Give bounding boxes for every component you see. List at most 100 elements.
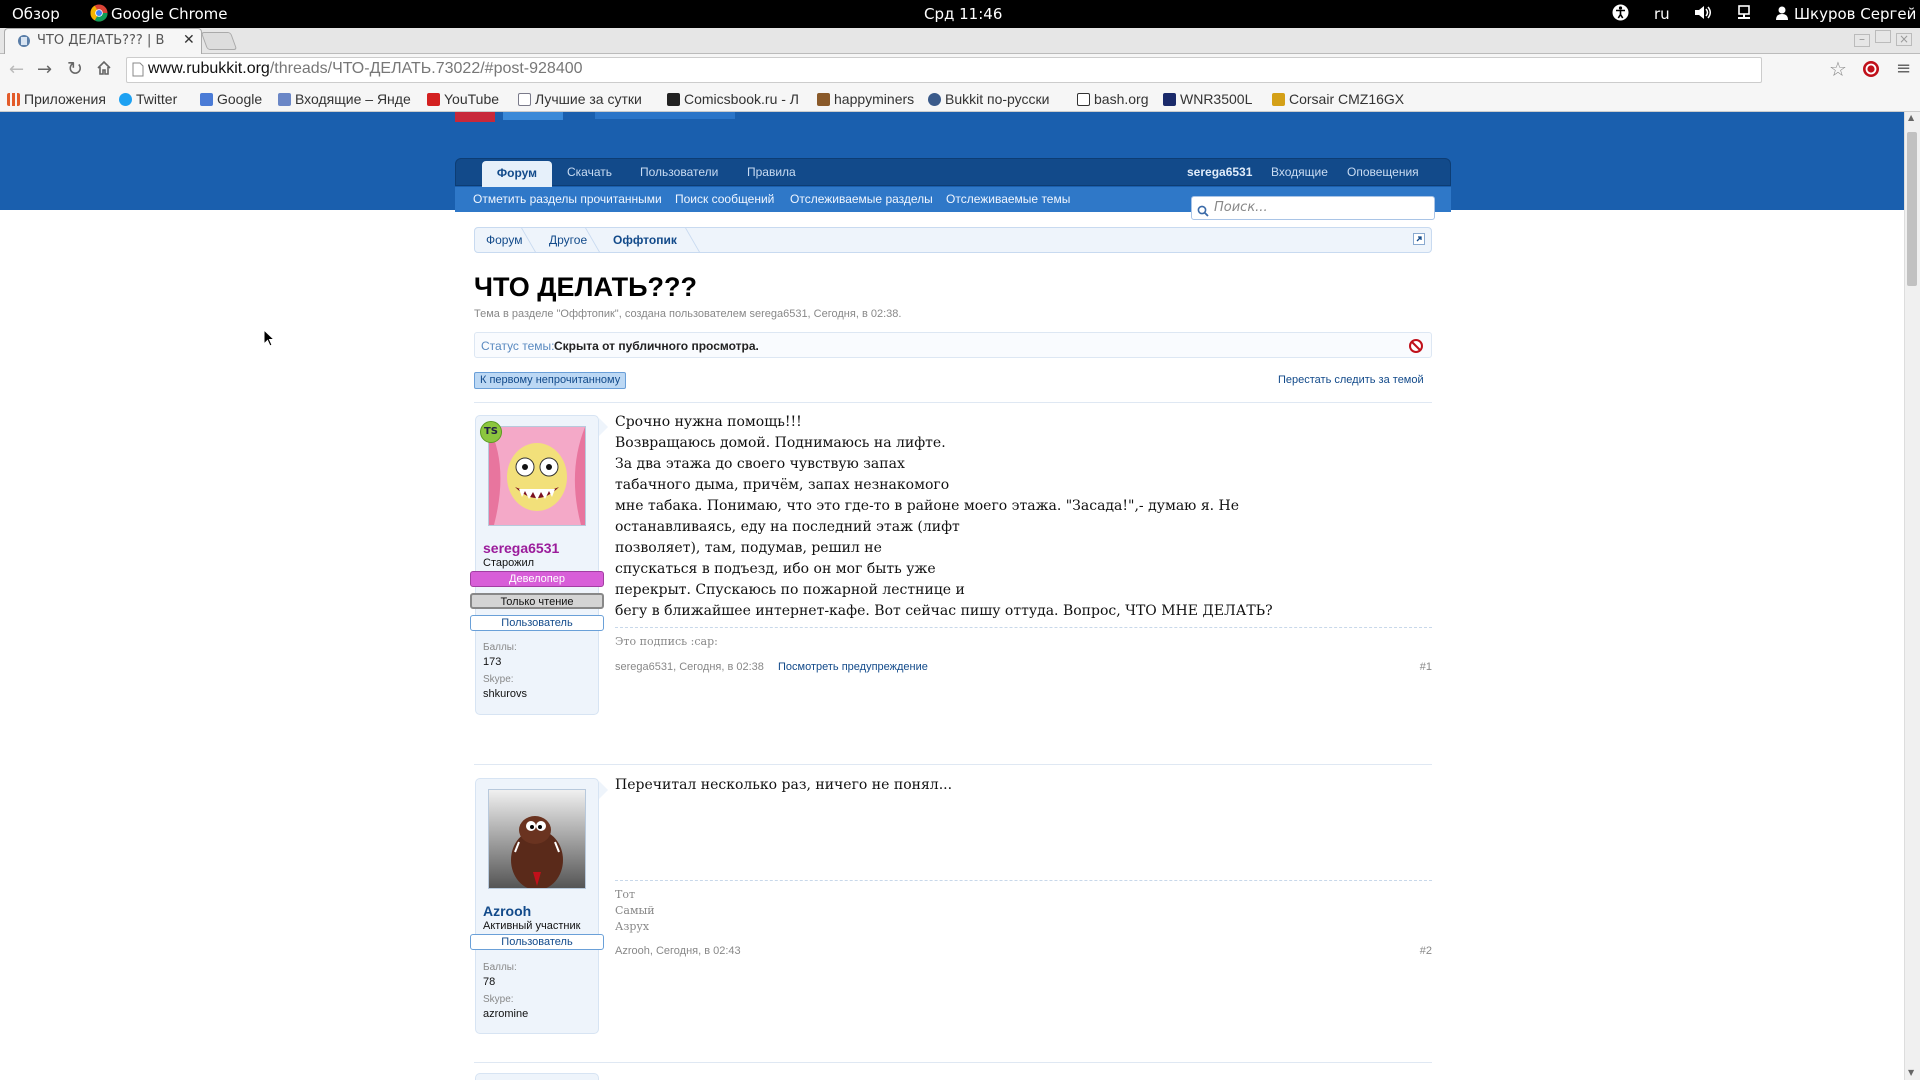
avatar[interactable] — [488, 789, 586, 890]
bookmarks-bar: Приложения Twitter Google Входящие – Янд… — [0, 86, 1920, 112]
bookmark-label: Google — [217, 91, 263, 107]
bookmark-item[interactable]: Bukkit по-русски — [928, 91, 1062, 107]
post-number[interactable]: #2 — [1420, 945, 1432, 957]
post-message: Срочно нужна помощь!!! Возвращаюсь домой… — [615, 412, 1273, 622]
first-unread-button[interactable]: К первому непрочитанному — [474, 372, 627, 389]
view-warning-link[interactable]: Посмотреть предупреждение — [778, 661, 928, 673]
search-input[interactable]: Поиск... — [1191, 196, 1435, 220]
post-number[interactable]: #1 — [1420, 661, 1432, 673]
bookmark-item[interactable]: WNR3500L — [1163, 91, 1252, 107]
scroll-up-icon[interactable]: ▲ — [1908, 113, 1914, 122]
bookmark-label: YouTube — [444, 91, 500, 107]
bookmark-label: Лучшие за сутки — [535, 91, 642, 107]
mark-forums-read-link[interactable]: Отметить разделы прочитанными — [473, 192, 662, 206]
post-message: Перечитал несколько раз, ничего не понял… — [615, 775, 952, 796]
main-nav: Форум Скачать Пользователи Правила sereg… — [455, 158, 1451, 187]
bookmark-item[interactable]: happyminers — [817, 91, 914, 107]
bookmark-label: WNR3500L — [1180, 91, 1253, 107]
bookmark-star-icon[interactable]: ☆ — [1829, 57, 1847, 81]
bookmark-item[interactable]: bash.org — [1077, 91, 1148, 107]
volume-icon[interactable] — [1694, 4, 1712, 25]
extension-stop-icon[interactable] — [1862, 60, 1880, 82]
message-line: бегу в ближайшее интернет-кафе. Вот сейч… — [615, 603, 1273, 619]
post-footer[interactable]: Azrooh, Сегодня, в 02:43 — [615, 945, 741, 957]
bookmark-item[interactable]: Лучшие за сутки — [518, 91, 647, 107]
tab-rules[interactable]: Правила — [747, 159, 796, 186]
site-logo[interactable] — [455, 112, 755, 124]
breadcrumb: Форум Другое Оффтопик — [474, 227, 1432, 253]
new-tab-button[interactable] — [200, 32, 238, 50]
bookmark-item[interactable]: Google — [200, 91, 262, 107]
browser-tab-active[interactable]: ЧТО ДЕЛАТЬ??? | В ✕ — [4, 28, 202, 54]
points-value: 78 — [483, 976, 496, 988]
points-label: Баллы: — [483, 642, 517, 653]
tab-strip — [0, 28, 1920, 54]
keyboard-layout-indicator[interactable]: ru — [1654, 5, 1670, 23]
home-icon[interactable] — [96, 60, 112, 80]
message-arrow — [599, 781, 608, 799]
twitter-icon — [119, 93, 132, 106]
signature-line: Тот — [615, 888, 636, 901]
bookmark-item[interactable]: YouTube — [427, 91, 499, 107]
search-posts-link[interactable]: Поиск сообщений — [675, 192, 774, 206]
bookmark-item[interactable]: Приложения — [7, 91, 106, 107]
skype-value: shkurovs — [483, 688, 528, 700]
bookmark-item[interactable]: Comicsbook.ru - Л — [667, 91, 801, 107]
thread-starter-badge: TS — [480, 421, 502, 443]
minimize-window-icon[interactable]: – — [1854, 33, 1870, 47]
bash-icon — [1077, 93, 1090, 106]
nav-inbox[interactable]: Входящие — [1271, 159, 1328, 186]
tab-close-icon[interactable]: ✕ — [183, 32, 195, 48]
post-author-name[interactable]: Azrooh — [483, 903, 531, 919]
tab-users[interactable]: Пользователи — [640, 159, 718, 186]
post-author-name[interactable]: serega6531 — [483, 540, 559, 556]
avatar[interactable] — [488, 426, 586, 526]
watched-threads-link[interactable]: Отслеживаемые темы — [946, 192, 1070, 206]
nav-alerts[interactable]: Оповещения — [1347, 159, 1419, 186]
mail-icon — [278, 93, 291, 106]
maximize-window-icon[interactable] — [1875, 30, 1891, 43]
url-text[interactable]: www.rubukkit.org/threads/ЧТО-ДЕЛАТЬ.7302… — [148, 60, 583, 78]
page-info-icon[interactable] — [132, 62, 144, 81]
activities-button[interactable]: Обзор — [12, 5, 60, 23]
status-value: Скрыта от публичного просмотра. — [554, 339, 759, 353]
system-top-bar: Обзор Google Chrome Срд 11:46 ru Шкуров … — [0, 0, 1920, 28]
thread-status: Статус темы: Скрыта от публичного просмо… — [474, 332, 1432, 358]
tab-forum[interactable]: Форум — [482, 161, 552, 187]
watched-forums-link[interactable]: Отслеживаемые разделы — [790, 192, 933, 206]
bookmark-item[interactable]: Входящие – Янде — [278, 91, 415, 107]
close-window-icon[interactable]: × — [1896, 33, 1912, 46]
app-menu-label[interactable]: Google Chrome — [111, 5, 228, 23]
network-icon[interactable] — [1736, 5, 1752, 25]
reload-icon[interactable]: ↻ — [67, 58, 83, 80]
unwatch-thread-link[interactable]: Перестать следить за темой — [1278, 374, 1424, 386]
scroll-down-icon[interactable]: ▼ — [1908, 1068, 1914, 1077]
post-footer[interactable]: serega6531, Сегодня, в 02:38 — [615, 661, 764, 673]
bookmark-item[interactable]: Twitter — [119, 91, 177, 107]
tab-title: ЧТО ДЕЛАТЬ??? | В — [37, 33, 165, 48]
clock[interactable]: Срд 11:46 — [924, 5, 1002, 23]
corsair-icon — [1272, 93, 1285, 106]
message-line: За два этажа до своего чувствую запах — [615, 456, 905, 472]
chrome-menu-icon[interactable]: ≡ — [1896, 58, 1911, 79]
forward-icon[interactable]: → — [37, 59, 52, 80]
hidden-status-icon — [1409, 339, 1423, 356]
bookmark-label: Comicsbook.ru - Л — [684, 91, 799, 107]
scrollbar-thumb[interactable] — [1907, 132, 1917, 286]
breadcrumb-offtopic[interactable]: Оффтопик — [613, 233, 677, 247]
jump-to-icon[interactable] — [1413, 233, 1425, 248]
message-line: мне табака. Понимаю, что это где-то в ра… — [615, 498, 1240, 514]
bookmark-item[interactable]: Corsair CMZ16GX — [1272, 91, 1410, 107]
user-menu-name[interactable]: Шкуров Сергей — [1794, 5, 1916, 23]
user-rank: Активный участник — [483, 920, 581, 932]
divider — [474, 1062, 1432, 1063]
divider — [474, 764, 1432, 765]
nav-username[interactable]: serega6531 — [1187, 159, 1252, 186]
comics-icon — [667, 93, 680, 106]
tab-download[interactable]: Скачать — [567, 159, 612, 186]
user-menu-icon[interactable] — [1775, 5, 1789, 25]
accessibility-icon[interactable] — [1612, 4, 1629, 25]
message-line: позволяет), там, подумав, решил не — [615, 540, 882, 556]
back-icon[interactable]: ← — [9, 59, 24, 80]
signature-line: Это подпись :cap: — [615, 635, 718, 648]
